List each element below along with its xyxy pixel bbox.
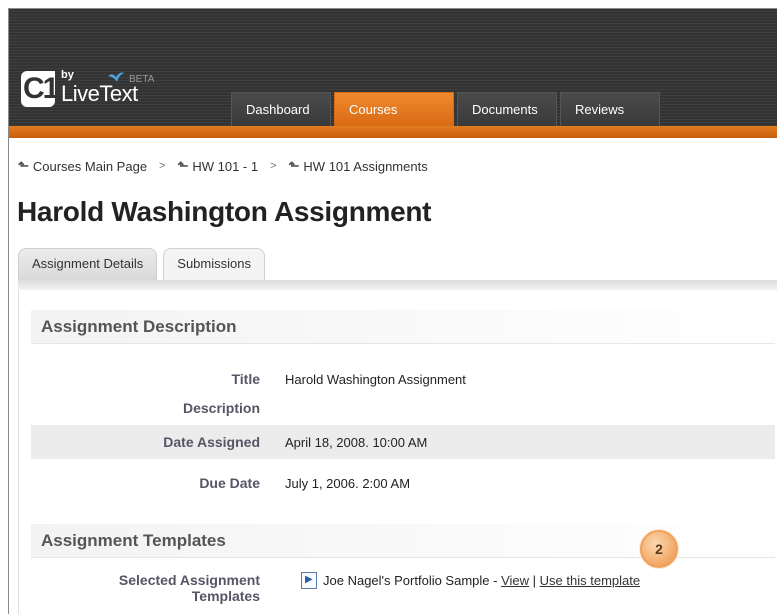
up-arrow-icon: ⬑ (177, 158, 189, 173)
detail-row-description: Description (31, 396, 775, 420)
row-label: Description (182, 400, 260, 416)
page-title: Harold Washington Assignment (17, 196, 432, 227)
row-label: Date Assigned (163, 434, 260, 450)
document-icon (301, 572, 317, 589)
breadcrumb-courses-main[interactable]: Courses Main Page (33, 159, 147, 174)
breadcrumb: ⬑ Courses Main Page > ⬑ HW 101 - 1 > ⬑ H… (18, 158, 428, 174)
logo-mark: C1 (21, 71, 59, 107)
header-accent-strip (9, 126, 777, 138)
logo-by-text: by (61, 69, 74, 81)
view-template-link[interactable]: View (501, 573, 529, 588)
detail-row-title: Title Harold Washington Assignment (31, 362, 775, 396)
livetext-logo[interactable]: C1 by BETA LiveText (21, 69, 211, 111)
use-template-link[interactable]: Use this template (540, 573, 640, 588)
row-value: April 18, 2008. 10:00 AM (285, 434, 428, 450)
label-line: Selected Assignment (118, 572, 260, 588)
up-arrow-icon: ⬑ (288, 158, 300, 173)
tab-submissions[interactable]: Submissions (163, 248, 265, 280)
tab-assignment-details[interactable]: Assignment Details (18, 248, 158, 280)
tab-underline (18, 280, 777, 290)
nav-tab-documents[interactable]: Documents (457, 92, 557, 126)
row-value: July 1, 2006. 2:00 AM (285, 475, 411, 491)
nav-tab-reviews[interactable]: Reviews (560, 92, 660, 126)
section-heading-description: Assignment Description (31, 310, 775, 344)
row-label: Due Date (199, 475, 260, 491)
nav-tab-courses[interactable]: Courses (334, 92, 454, 126)
main-nav: Dashboard Courses Documents Reviews (231, 92, 660, 126)
breadcrumb-assignments[interactable]: HW 101 Assignments (303, 159, 427, 174)
up-arrow-icon: ⬑ (18, 158, 29, 173)
selected-templates-label: Selected Assignment Templates (31, 572, 285, 604)
breadcrumb-separator: > (159, 160, 166, 172)
callout-badge: 2 (640, 530, 678, 568)
label-line: Templates (191, 588, 260, 604)
detail-tabs: Assignment Details Submissions (18, 248, 265, 280)
template-entry: Joe Nagel's Portfolio Sample - View | Us… (301, 572, 640, 589)
row-label: Title (231, 371, 260, 387)
nav-tab-dashboard[interactable]: Dashboard (231, 92, 331, 126)
breadcrumb-separator: > (270, 160, 277, 172)
row-value: Harold Washington Assignment (285, 371, 466, 387)
template-name: Joe Nagel's Portfolio Sample - (323, 573, 498, 588)
logo-wordmark: LiveText (61, 81, 138, 106)
detail-row-date-assigned: Date Assigned April 18, 2008. 10:00 AM (31, 425, 775, 459)
breadcrumb-course[interactable]: HW 101 - 1 (192, 159, 258, 174)
detail-row-due-date: Due Date July 1, 2006. 2:00 AM (31, 466, 775, 500)
